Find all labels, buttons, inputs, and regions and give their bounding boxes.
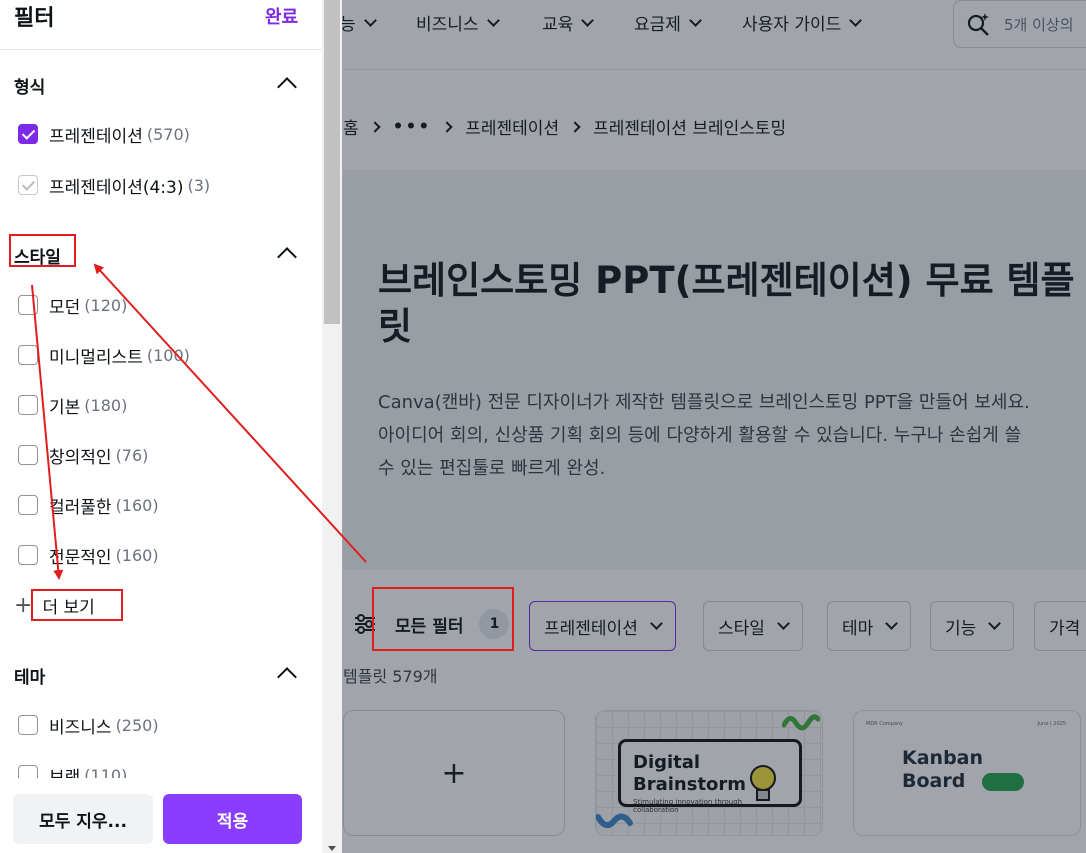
checkbox[interactable] — [18, 495, 38, 515]
checkbox-checked[interactable] — [18, 124, 38, 144]
filter-panel: 필터 완료 형식 프레젠테이션 (570) 프레젠테이션(4:3) (3) 스타… — [0, 0, 342, 853]
apply-button[interactable]: 적용 — [163, 794, 302, 844]
panel-header: 필터 완료 — [0, 0, 322, 50]
annotation-box-all-filters — [372, 587, 514, 651]
filter-option-creative[interactable]: 창의적인 (76) — [18, 442, 148, 468]
scrollbar[interactable] — [322, 0, 342, 853]
annotation-box-more — [31, 589, 123, 621]
checkbox[interactable] — [18, 715, 38, 735]
scrollbar-thumb[interactable] — [324, 0, 340, 324]
checkbox[interactable] — [18, 395, 38, 415]
checkbox[interactable] — [18, 295, 38, 315]
section-title-format: 형식 — [14, 78, 46, 98]
filter-option-business[interactable]: 비즈니스 (250) — [18, 712, 159, 738]
clear-all-button[interactable]: 모두 지우... — [13, 794, 153, 844]
annotation-box-style — [9, 234, 76, 267]
filter-option-minimalist[interactable]: 미니멀리스트 (100) — [18, 342, 190, 368]
plus-icon: + — [14, 592, 33, 618]
chevron-up-icon[interactable] — [277, 247, 297, 267]
checkbox[interactable] — [18, 545, 38, 565]
chevron-up-icon[interactable] — [277, 77, 297, 97]
checkbox[interactable] — [18, 175, 38, 195]
filter-option-basic[interactable]: 기본 (180) — [18, 392, 127, 418]
scroll-down-arrow-icon[interactable] — [328, 846, 336, 851]
filter-option-presentation[interactable]: 프레젠테이션 (570) — [18, 121, 190, 147]
section-title-theme: 테마 — [14, 668, 46, 688]
done-button[interactable]: 완료 — [265, 3, 298, 29]
checkbox[interactable] — [18, 445, 38, 465]
filter-option-professional[interactable]: 전문적인 (160) — [18, 542, 159, 568]
panel-footer: 모두 지우... 적용 — [0, 778, 322, 853]
filter-option-presentation-4-3[interactable]: 프레젠테이션(4:3) (3) — [18, 172, 210, 198]
filter-option-modern[interactable]: 모던 (120) — [18, 292, 127, 318]
chevron-up-icon[interactable] — [277, 667, 297, 687]
filter-option-colorful[interactable]: 컬러풀한 (160) — [18, 492, 159, 518]
panel-title: 필터 — [14, 6, 55, 31]
checkbox[interactable] — [18, 345, 38, 365]
